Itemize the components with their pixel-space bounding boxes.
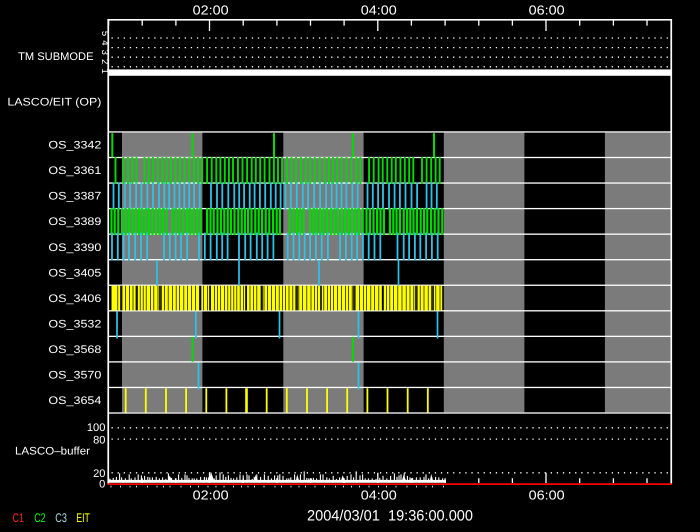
svg-text:C2: C2	[34, 511, 46, 525]
svg-text:OS_3406: OS_3406	[48, 293, 101, 305]
svg-text:OS_3390: OS_3390	[48, 242, 101, 254]
svg-text:OS_3405: OS_3405	[48, 267, 101, 279]
svg-text:100: 100	[87, 422, 106, 434]
svg-text:OS_3568: OS_3568	[48, 344, 101, 356]
svg-text:OS_3387: OS_3387	[48, 191, 101, 203]
svg-text:OS_3389: OS_3389	[48, 216, 101, 228]
svg-text:OS_3361: OS_3361	[48, 165, 101, 177]
svg-text:04:00: 04:00	[361, 488, 397, 503]
svg-text:1: 1	[99, 68, 110, 73]
svg-text:EIT: EIT	[76, 511, 90, 525]
svg-text:OS_3532: OS_3532	[48, 318, 101, 330]
svg-text:04:00: 04:00	[361, 3, 397, 18]
svg-text:C3: C3	[55, 511, 67, 525]
svg-text:2004/03/01 19:36:00.000: 2004/03/01 19:36:00.000	[307, 507, 473, 524]
svg-text:LASCO–buffer: LASCO–buffer	[15, 446, 90, 458]
svg-text:80: 80	[93, 434, 105, 446]
svg-text:C1: C1	[13, 511, 25, 525]
svg-text:OS_3342: OS_3342	[48, 140, 101, 152]
svg-text:OS_3654: OS_3654	[48, 395, 101, 407]
svg-text:3: 3	[99, 50, 110, 55]
svg-text:4: 4	[99, 40, 110, 45]
svg-text:LASCO/EIT (OP): LASCO/EIT (OP)	[7, 97, 101, 109]
svg-text:OS_3570: OS_3570	[48, 370, 101, 382]
svg-text:02:00: 02:00	[193, 488, 229, 503]
svg-text:06:00: 06:00	[529, 3, 565, 18]
svg-text:TM SUBMODE: TM SUBMODE	[18, 51, 93, 63]
svg-text:2: 2	[99, 59, 110, 64]
svg-text:5: 5	[99, 31, 110, 36]
svg-text:02:00: 02:00	[193, 3, 229, 18]
svg-text:06:00: 06:00	[529, 488, 565, 503]
svg-text:0: 0	[99, 479, 105, 491]
